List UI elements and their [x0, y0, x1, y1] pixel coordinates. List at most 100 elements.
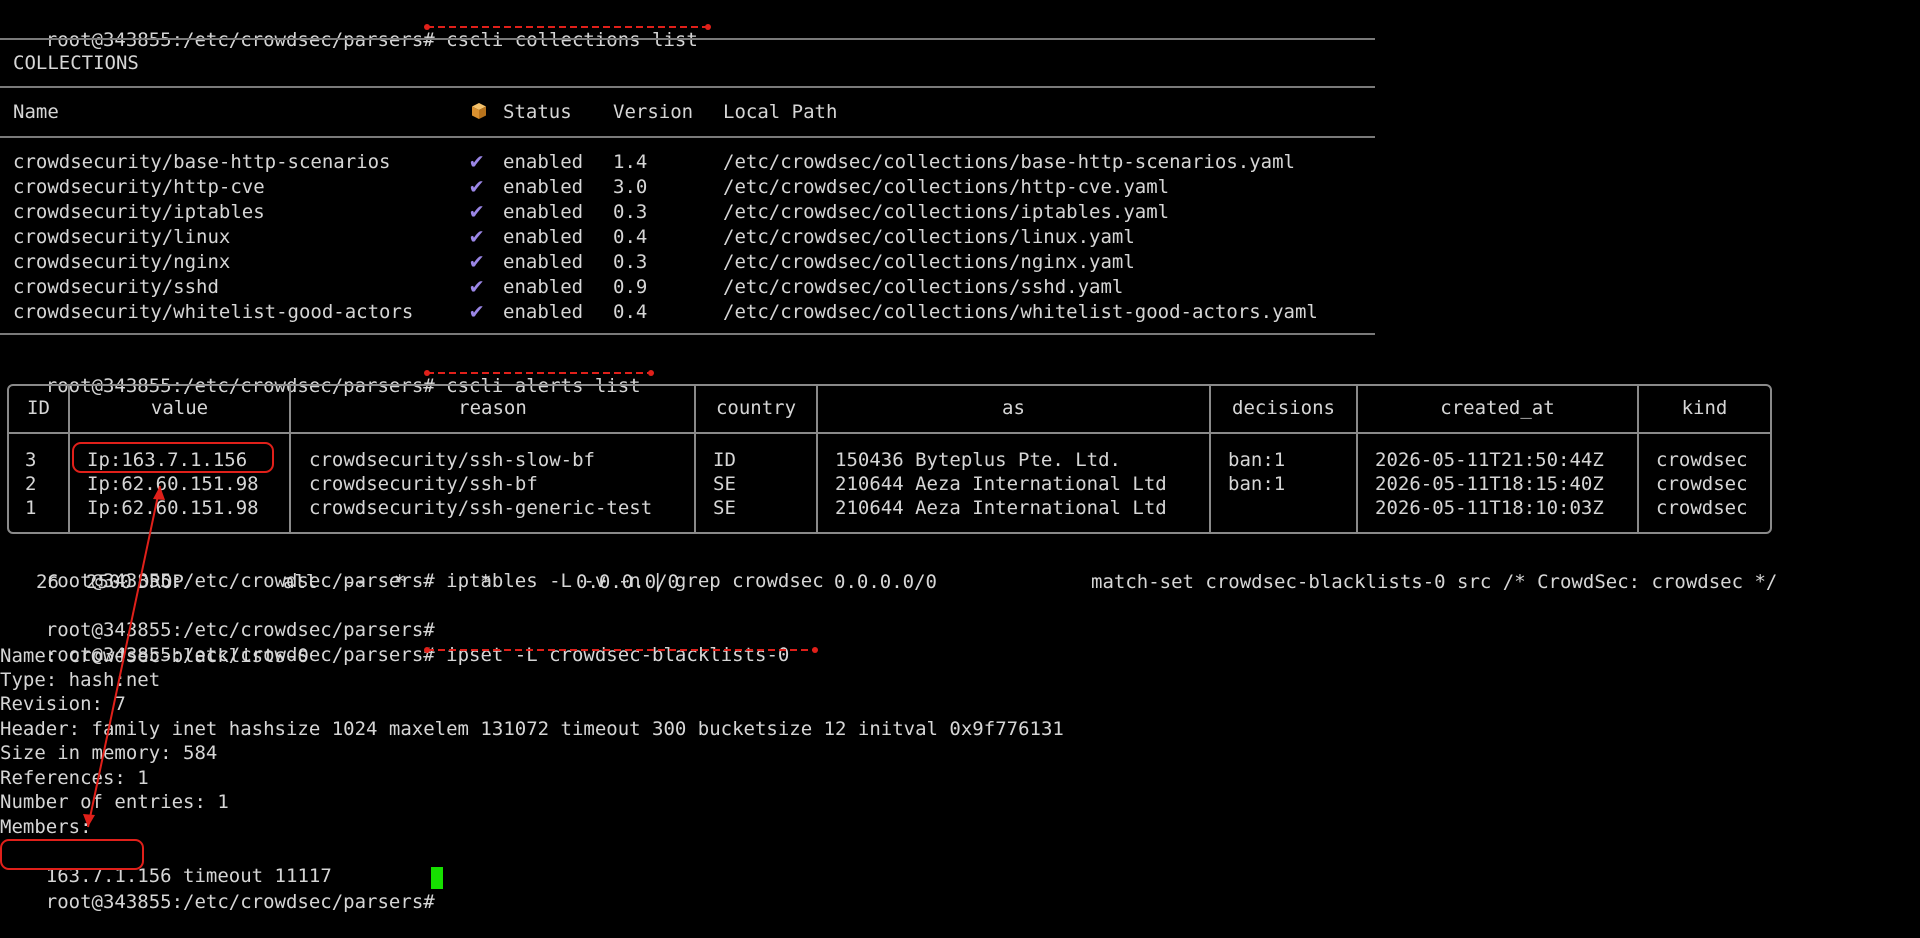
iptables-target: DROP	[138, 571, 184, 593]
divider	[0, 86, 1375, 88]
collection-path: /etc/crowdsec/collections/iptables.yaml	[723, 201, 1170, 223]
prompt-line-current[interactable]: root@343855:/etc/crowdsec/parsers#	[0, 866, 435, 913]
collection-name: crowdsecurity/http-cve	[13, 176, 265, 198]
alert-reason: crowdsecurity/ssh-bf	[309, 473, 538, 495]
ipset-output-line: Size in memory: 584	[0, 742, 218, 764]
check-icon: ✔	[470, 174, 484, 199]
collection-path: /etc/crowdsec/collections/base-http-scen…	[723, 151, 1295, 173]
alert-kind: crowdsec	[1656, 473, 1748, 495]
check-icon: ✔	[470, 299, 484, 324]
collection-path: /etc/crowdsec/collections/nginx.yaml	[723, 251, 1135, 273]
collection-path: /etc/crowdsec/collections/http-cve.yaml	[723, 176, 1170, 198]
ipset-output-line: References: 1	[0, 767, 149, 789]
collection-path: /etc/crowdsec/collections/whitelist-good…	[723, 301, 1318, 323]
collection-name: crowdsecurity/iptables	[13, 201, 265, 223]
prompt-line-ipset: root@343855:/etc/crowdsec/parsers# ipset…	[0, 619, 790, 666]
shell-prompt: root@343855:/etc/crowdsec/parsers#	[45, 29, 435, 51]
command-text: ipset -L crowdsec-blacklists-0	[446, 644, 790, 666]
iptables-source: 0.0.0.0/0	[576, 571, 679, 593]
collection-status: enabled	[503, 226, 584, 248]
collection-status: enabled	[503, 276, 584, 298]
ipset-output-line: Revision: 7	[0, 693, 126, 715]
column-header-reason: reason	[458, 397, 527, 419]
alert-reason: crowdsecurity/ssh-slow-bf	[309, 449, 595, 471]
column-header-value: value	[150, 397, 209, 419]
collection-path: /etc/crowdsec/collections/linux.yaml	[723, 226, 1135, 248]
alert-country: SE	[713, 473, 736, 495]
collection-name: crowdsecurity/nginx	[13, 251, 231, 273]
divider	[0, 136, 1375, 138]
ipset-output-line: Type: hash:net	[0, 669, 161, 691]
alert-decisions: ban:1	[1228, 449, 1286, 471]
ipset-member-line: 163.7.1.156 timeout 11117	[0, 840, 332, 887]
collection-version: 0.9	[613, 276, 648, 298]
divider	[0, 38, 1375, 40]
check-icon: ✔	[470, 199, 484, 224]
divider	[0, 333, 1375, 335]
column-header-id: ID	[27, 397, 50, 419]
collection-version: 1.4	[613, 151, 648, 173]
collection-version: 0.3	[613, 201, 648, 223]
collection-status: enabled	[503, 301, 584, 323]
alert-created-at: 2026-05-11T18:15:40Z	[1375, 473, 1604, 495]
collection-path: /etc/crowdsec/collections/sshd.yaml	[723, 276, 1124, 298]
collection-name: crowdsecurity/base-http-scenarios	[13, 151, 391, 173]
terminal-cursor	[431, 867, 443, 889]
terminal-window[interactable]: root@343855:/etc/crowdsec/parsers# cscli…	[0, 0, 1920, 931]
collection-name: crowdsecurity/sshd	[13, 276, 219, 298]
collection-name: crowdsecurity/whitelist-good-actors	[13, 301, 414, 323]
alert-as: 150436 Byteplus Pte. Ltd.	[835, 449, 1121, 471]
prompt-line-empty: root@343855:/etc/crowdsec/parsers#	[0, 594, 435, 641]
alert-created-at: 2026-05-11T18:10:03Z	[1375, 497, 1604, 519]
ipset-output-line: Header: family inet hashsize 1024 maxele…	[0, 718, 1064, 740]
column-header-path: Local Path	[723, 101, 838, 123]
alert-as: 210644 Aeza International Ltd	[835, 497, 1167, 519]
check-icon: ✔	[470, 224, 484, 249]
ipset-output-line: Members:	[0, 816, 92, 838]
collection-version: 3.0	[613, 176, 648, 198]
iptables-prot: all	[283, 571, 318, 593]
column-header-name: Name	[13, 101, 59, 123]
ipset-output-line: Name: crowdsec-blacklists-0	[0, 645, 309, 667]
column-header-as: as	[1002, 397, 1025, 419]
column-header-country: country	[715, 397, 797, 419]
prompt-line-iptables: root@343855:/etc/crowdsec/parsers# iptab…	[0, 545, 824, 592]
alert-as: 210644 Aeza International Ltd	[835, 473, 1167, 495]
shell-prompt: root@343855:/etc/crowdsec/parsers#	[45, 891, 435, 913]
iptables-destination: 0.0.0.0/0	[834, 571, 937, 593]
iptables-bytes: 2500	[86, 571, 132, 593]
ipset-output-line: Number of entries: 1	[0, 791, 229, 813]
collection-status: enabled	[503, 251, 584, 273]
alert-value: Ip:163.7.1.156	[87, 449, 248, 471]
alert-decisions: ban:1	[1228, 473, 1286, 495]
iptables-match: match-set crowdsec-blacklists-0 src /* C…	[1091, 571, 1778, 593]
alert-id: 1	[25, 497, 37, 519]
prompt-line-collections: root@343855:/etc/crowdsec/parsers# cscli…	[0, 4, 698, 51]
collection-version: 0.4	[613, 301, 648, 323]
column-header-kind: kind	[1681, 397, 1728, 419]
package-icon	[472, 103, 486, 119]
alert-id: 2	[25, 473, 37, 495]
iptables-out: *	[480, 571, 492, 593]
alert-value: Ip:62.60.151.98	[87, 473, 259, 495]
collection-status: enabled	[503, 201, 584, 223]
alert-created-at: 2026-05-11T21:50:44Z	[1375, 449, 1604, 471]
iptables-in: *	[394, 571, 406, 593]
column-header-created-at: created_at	[1440, 397, 1555, 419]
alert-kind: crowdsec	[1656, 449, 1748, 471]
collections-title: COLLECTIONS	[13, 52, 139, 74]
column-header-decisions: decisions	[1232, 397, 1335, 419]
iptables-pkts: 26	[36, 571, 59, 593]
command-text: cscli collections list	[446, 29, 698, 51]
collection-status: enabled	[503, 176, 584, 198]
alerts-table: ID value reason country as decisions cre…	[7, 384, 1772, 534]
collection-version: 0.3	[613, 251, 648, 273]
alert-id: 3	[25, 449, 37, 471]
alert-country: ID	[713, 449, 736, 471]
column-header-status: Status	[503, 101, 572, 123]
alert-country: SE	[713, 497, 736, 519]
check-icon: ✔	[470, 274, 484, 299]
alert-reason: crowdsecurity/ssh-generic-test	[309, 497, 653, 519]
collection-status: enabled	[503, 151, 584, 173]
divider	[9, 432, 1770, 434]
